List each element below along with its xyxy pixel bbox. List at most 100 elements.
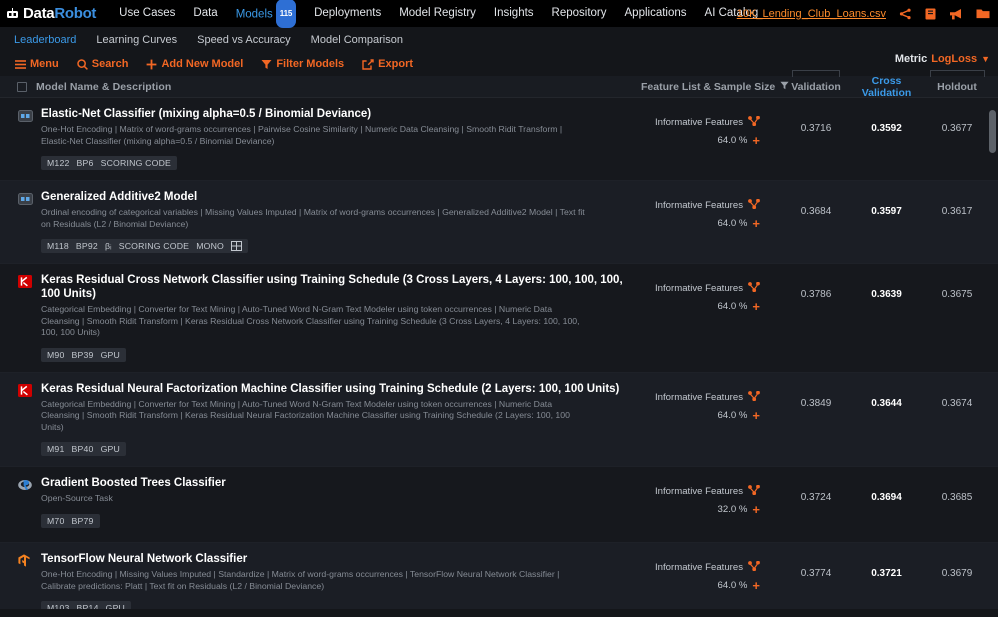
megaphone-icon[interactable] <box>949 8 963 20</box>
nav-item-applications[interactable]: Applications <box>616 0 696 27</box>
model-info: Gradient Boosted Trees Classifier Open-S… <box>41 476 641 532</box>
model-badges: M70BP79 <box>41 514 641 528</box>
cross-validation-score-value: 0.3694 <box>871 492 902 503</box>
dataset-name-link[interactable]: 10K_Lending_Club_Loans.csv <box>737 8 886 20</box>
feature-list-icon[interactable] <box>748 561 760 574</box>
sample-size-row: 64.0 % + <box>600 218 760 229</box>
model-badge: M122 <box>47 158 70 168</box>
model-title[interactable]: Keras Residual Neural Factorization Mach… <box>41 382 641 396</box>
models-count-badge: 115 <box>276 0 296 28</box>
feature-list-name: Informative Features <box>655 117 743 128</box>
tab-learning-curves[interactable]: Learning Curves <box>86 34 187 46</box>
feature-list-icon[interactable] <box>748 485 760 498</box>
model-badge: BP39 <box>72 350 94 360</box>
add-new-model-button[interactable]: Add New Model <box>137 58 252 70</box>
model-title[interactable]: Keras Residual Cross Network Classifier … <box>41 273 641 301</box>
model-title[interactable]: Generalized Additive2 Model <box>41 190 641 204</box>
select-all-checkbox[interactable] <box>17 82 27 92</box>
tab-leaderboard[interactable]: Leaderboard <box>4 34 86 46</box>
scrollbar-thumb[interactable] <box>989 110 996 153</box>
validation-score: 0.3716 <box>783 123 849 134</box>
datarobot-logo[interactable]: DataRobot <box>6 6 96 21</box>
feature-list-cell: Informative Features 64.0 % + <box>600 282 760 312</box>
model-badges: M118BP92βᵢSCORING CODEMONO <box>41 239 641 253</box>
validation-score: 0.3724 <box>783 492 849 503</box>
sample-size-value: 64.0 % <box>718 218 748 229</box>
feature-list-name: Informative Features <box>655 562 743 573</box>
model-badge: MONO <box>196 241 224 251</box>
chevron-down-icon: ▼ <box>981 54 990 64</box>
menu-button[interactable]: Menu <box>6 58 68 70</box>
add-sample-size-icon[interactable]: + <box>752 411 760 420</box>
header-holdout[interactable]: Holdout <box>924 81 990 93</box>
model-badge-group: M90 BP39 GPU <box>41 348 126 362</box>
model-badge: M118 <box>47 241 69 251</box>
cross-validation-score-value: 0.3592 <box>871 123 902 134</box>
metric-selector[interactable]: Metric LogLoss ▼ <box>895 53 990 65</box>
validation-score-value: 0.3724 <box>801 492 832 503</box>
table-row[interactable]: TensorFlow Neural Network Classifier One… <box>0 543 998 609</box>
table-row[interactable]: Generalized Additive2 Model Ordinal enco… <box>0 181 998 264</box>
grid-icon[interactable] <box>231 241 242 251</box>
model-badges: M103BP14GPU <box>41 601 641 609</box>
model-info: Generalized Additive2 Model Ordinal enco… <box>41 190 641 253</box>
add-sample-size-icon[interactable]: + <box>752 505 760 514</box>
table-row[interactable]: Keras Residual Cross Network Classifier … <box>0 264 998 373</box>
add-sample-size-icon[interactable]: + <box>752 219 760 228</box>
model-badge: M90 <box>47 350 65 360</box>
add-sample-size-icon[interactable]: + <box>752 302 760 311</box>
nav-item-repository[interactable]: Repository <box>543 0 616 27</box>
tab-model-comparison[interactable]: Model Comparison <box>301 34 413 46</box>
feature-list-icon[interactable] <box>748 199 760 212</box>
export-icon <box>362 59 374 70</box>
feature-list-name: Informative Features <box>655 200 743 211</box>
sample-size-row: 64.0 % + <box>600 301 760 312</box>
validation-score: 0.3774 <box>783 568 849 579</box>
nav-item-model-registry[interactable]: Model Registry <box>390 0 485 27</box>
top-navigation-bar: DataRobot Use Cases Data Models115 Deplo… <box>0 0 998 27</box>
nav-item-insights[interactable]: Insights <box>485 0 543 27</box>
validation-score-value: 0.3786 <box>801 289 832 300</box>
search-button[interactable]: Search <box>68 58 138 70</box>
prediction-explanations-icon <box>18 109 35 170</box>
feature-list-cell: Informative Features 32.0 % + <box>600 485 760 515</box>
table-row[interactable]: Keras Residual Neural Factorization Mach… <box>0 373 998 468</box>
metric-bracket-right <box>930 70 985 77</box>
scrollbar-track[interactable] <box>989 98 996 609</box>
nav-item-models[interactable]: Models115 <box>227 0 305 28</box>
tab-speed-vs-accuracy[interactable]: Speed vs Accuracy <box>187 34 301 46</box>
nav-item-data[interactable]: Data <box>184 0 226 27</box>
model-info: Keras Residual Neural Factorization Mach… <box>41 382 641 457</box>
export-button[interactable]: Export <box>353 58 422 70</box>
model-badge-group: M122BP6SCORING CODE <box>41 156 177 170</box>
validation-score: 0.3684 <box>783 206 849 217</box>
holdout-score: 0.3674 <box>924 398 990 409</box>
leaderboard-toolbar: Menu Search Add New Model Filter Models <box>0 52 998 76</box>
share-icon[interactable] <box>899 8 912 20</box>
filter-models-button[interactable]: Filter Models <box>252 58 353 70</box>
validation-score: 0.3786 <box>783 289 849 300</box>
feature-list-icon[interactable] <box>748 116 760 129</box>
folder-icon[interactable] <box>976 8 990 19</box>
model-badge: GPU <box>101 350 120 360</box>
header-validation[interactable]: Validation <box>783 81 849 93</box>
table-row[interactable]: Gradient Boosted Trees Classifier Open-S… <box>0 467 998 543</box>
model-title[interactable]: TensorFlow Neural Network Classifier <box>41 552 641 566</box>
model-title[interactable]: Elastic-Net Classifier (mixing alpha=0.5… <box>41 107 641 121</box>
add-sample-size-icon[interactable]: + <box>752 581 760 590</box>
model-badge: BP6 <box>77 158 94 168</box>
feature-list-icon[interactable] <box>748 391 760 404</box>
nav-item-use-cases[interactable]: Use Cases <box>110 0 184 27</box>
r-language-icon <box>18 478 35 532</box>
model-title[interactable]: Gradient Boosted Trees Classifier <box>41 476 641 490</box>
feature-list-icon[interactable] <box>748 282 760 295</box>
header-cross-validation[interactable]: Cross Validation <box>849 75 924 99</box>
nav-item-deployments[interactable]: Deployments <box>305 0 390 27</box>
table-row[interactable]: Elastic-Net Classifier (mixing alpha=0.5… <box>0 98 998 181</box>
model-badge: BP92 <box>76 241 98 251</box>
add-sample-size-icon[interactable]: + <box>752 136 760 145</box>
feature-list-name-row: Informative Features <box>600 391 760 404</box>
validation-score-value: 0.3774 <box>801 568 832 579</box>
book-icon[interactable] <box>925 8 936 20</box>
filter-models-label: Filter Models <box>276 58 344 70</box>
